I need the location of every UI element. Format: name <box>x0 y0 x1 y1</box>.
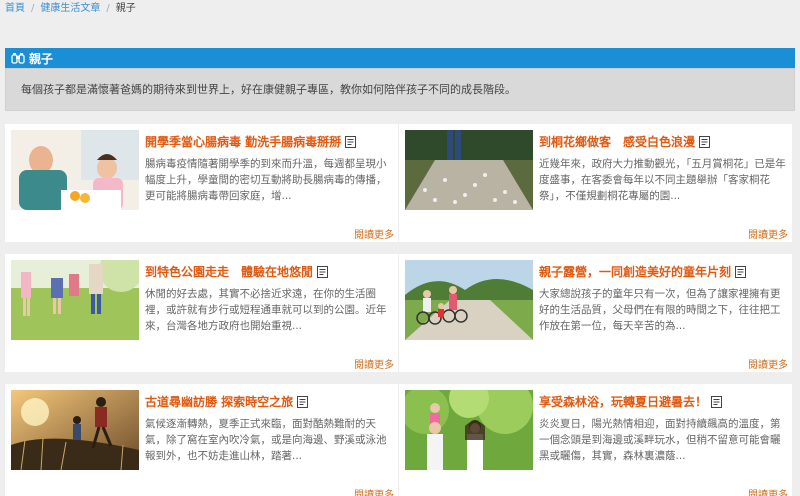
read-more-link[interactable]: 閱讀更多 <box>354 356 394 371</box>
article-thumbnail[interactable] <box>11 260 139 340</box>
article-excerpt: 炎炎夏日，陽光熱情相迎，面對持續飆高的溫度，第一個念頭是到海邊或溪畔玩水，但稍不… <box>539 418 781 462</box>
read-more-link[interactable]: 閱讀更多 <box>748 356 788 371</box>
article-excerpt: 腸病毒疫情隨著開學季的到來而升溫，每週都呈現小幅度上升，學童間的密切互動將助長腸… <box>145 158 387 202</box>
article-title[interactable]: 到桐花鄉做客 感受白色浪漫 <box>539 134 787 150</box>
breadcrumb: 首頁 / 健康生活文章 / 親子 <box>5 2 136 16</box>
read-more-link[interactable]: 閱讀更多 <box>354 486 394 496</box>
article-title-text: 開學季當心腸病毒 勤洗手腸病毒掰掰 <box>145 135 342 149</box>
article-thumbnail[interactable] <box>11 390 139 470</box>
article-card: 親子露營，一同創造美好的童年片刻 大家總說孩子的童年只有一次，但為了讓家裡擁有更… <box>399 254 792 372</box>
read-more-link[interactable]: 閱讀更多 <box>748 226 788 241</box>
breadcrumb-current: 親子 <box>115 3 136 14</box>
binoculars-icon <box>11 52 25 64</box>
article-title-text: 親子露營，一同創造美好的童年片刻 <box>539 265 732 279</box>
article-thumbnail[interactable] <box>405 130 533 210</box>
article-excerpt: 大家總說孩子的童年只有一次，但為了讓家裡擁有更好的生活品質，父母們在有限的時間之… <box>539 288 781 332</box>
article-title[interactable]: 到特色公園走走 體驗在地悠閒 <box>145 264 393 280</box>
article-title[interactable]: 親子露營，一同創造美好的童年片刻 <box>539 264 787 280</box>
article-card: 到特色公園走走 體驗在地悠閒 休閒的好去處，其實不必捨近求遠，在你的生活圈裡，或… <box>5 254 398 372</box>
breadcrumb-articles-link[interactable]: 健康生活文章 <box>40 2 100 16</box>
article-excerpt: 氣候逐漸轉熱，夏季正式來臨，面對酷熱難耐的天氣，除了窩在室內吹冷氣，或是向海邊、… <box>145 418 387 462</box>
document-icon <box>699 136 711 148</box>
document-icon <box>735 266 747 278</box>
article-title[interactable]: 享受森林浴，玩轉夏日避暑去！ <box>539 394 787 410</box>
breadcrumb-separator: / <box>106 3 110 14</box>
document-icon <box>711 396 723 408</box>
article-card: 到桐花鄉做客 感受白色浪漫 近幾年來，政府大力推動觀光，「五月賞桐花」已是年度盛… <box>399 124 792 242</box>
article-thumbnail[interactable] <box>11 130 139 210</box>
article-card: 享受森林浴，玩轉夏日避暑去！ 炎炎夏日，陽光熱情相迎，面對持續飆高的溫度，第一個… <box>399 384 792 496</box>
breadcrumb-home-link[interactable]: 首頁 <box>5 2 25 16</box>
article-excerpt: 休閒的好去處，其實不必捨近求遠，在你的生活圈裡，或許就有步行或短程通車就可以到的… <box>145 288 387 332</box>
document-icon <box>345 136 357 148</box>
document-icon <box>317 266 329 278</box>
section-intro: 每個孩子都是滿懷著爸媽的期待來到世界上，好在康健親子專區，教你如何陪伴孩子不同的… <box>5 68 795 111</box>
article-title[interactable]: 古道尋幽訪勝 探索時空之旅 <box>145 394 393 410</box>
section-title: 親子 <box>29 51 54 66</box>
article-title-text: 古道尋幽訪勝 探索時空之旅 <box>145 395 294 409</box>
article-card: 開學季當心腸病毒 勤洗手腸病毒掰掰 腸病毒疫情隨著開學季的到來而升溫，每週都呈現… <box>5 124 398 242</box>
article-title-text: 到特色公園走走 體驗在地悠閒 <box>145 265 314 279</box>
section-header: 親子 <box>5 48 795 68</box>
article-card: 古道尋幽訪勝 探索時空之旅 氣候逐漸轉熱，夏季正式來臨，面對酷熱難耐的天氣，除了… <box>5 384 398 496</box>
article-thumbnail[interactable] <box>405 260 533 340</box>
article-title[interactable]: 開學季當心腸病毒 勤洗手腸病毒掰掰 <box>145 134 393 150</box>
read-more-link[interactable]: 閱讀更多 <box>748 486 788 496</box>
article-excerpt: 近幾年來，政府大力推動觀光，「五月賞桐花」已是年度盛事，在客委會每年以不同主題舉… <box>539 158 786 202</box>
read-more-link[interactable]: 閱讀更多 <box>354 226 394 241</box>
article-title-text: 到桐花鄉做客 感受白色浪漫 <box>539 135 696 149</box>
breadcrumb-separator: / <box>31 3 35 14</box>
article-title-text: 享受森林浴，玩轉夏日避暑去！ <box>539 395 708 409</box>
document-icon <box>297 396 309 408</box>
article-thumbnail[interactable] <box>405 390 533 470</box>
